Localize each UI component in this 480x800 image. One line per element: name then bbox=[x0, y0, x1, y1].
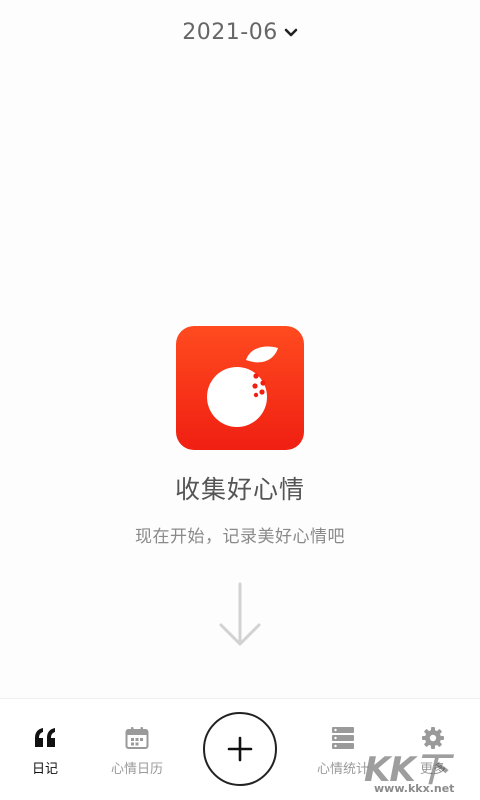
bottom-nav: 日记 心情日历 心情统计 更多 bbox=[0, 698, 480, 800]
empty-state-title: 收集好心情 bbox=[174, 475, 305, 504]
app-logo bbox=[176, 326, 304, 450]
tab-more[interactable]: 更多 bbox=[388, 725, 478, 777]
add-entry-button[interactable] bbox=[203, 712, 277, 786]
tab-mood-calendar[interactable]: 心情日历 bbox=[92, 725, 182, 777]
arrow-down-icon bbox=[215, 582, 265, 648]
tab-diary[interactable]: 日记 bbox=[0, 725, 90, 777]
chevron-down-icon bbox=[284, 28, 298, 38]
quote-icon bbox=[32, 725, 58, 751]
empty-state-subtitle: 现在开始，记录美好心情吧 bbox=[135, 527, 345, 547]
stats-list-icon bbox=[331, 725, 355, 751]
plus-icon bbox=[227, 736, 253, 762]
gear-icon bbox=[421, 725, 445, 751]
month-picker[interactable]: 2021-06 bbox=[0, 20, 480, 45]
tab-mood-stats[interactable]: 心情统计 bbox=[298, 725, 388, 777]
month-label: 2021-06 bbox=[182, 20, 278, 45]
tab-mood-calendar-label: 心情日历 bbox=[110, 762, 163, 777]
tab-mood-stats-label: 心情统计 bbox=[316, 762, 369, 777]
calendar-icon bbox=[125, 725, 149, 751]
tab-more-label: 更多 bbox=[419, 762, 446, 777]
tab-diary-label: 日记 bbox=[31, 762, 58, 777]
